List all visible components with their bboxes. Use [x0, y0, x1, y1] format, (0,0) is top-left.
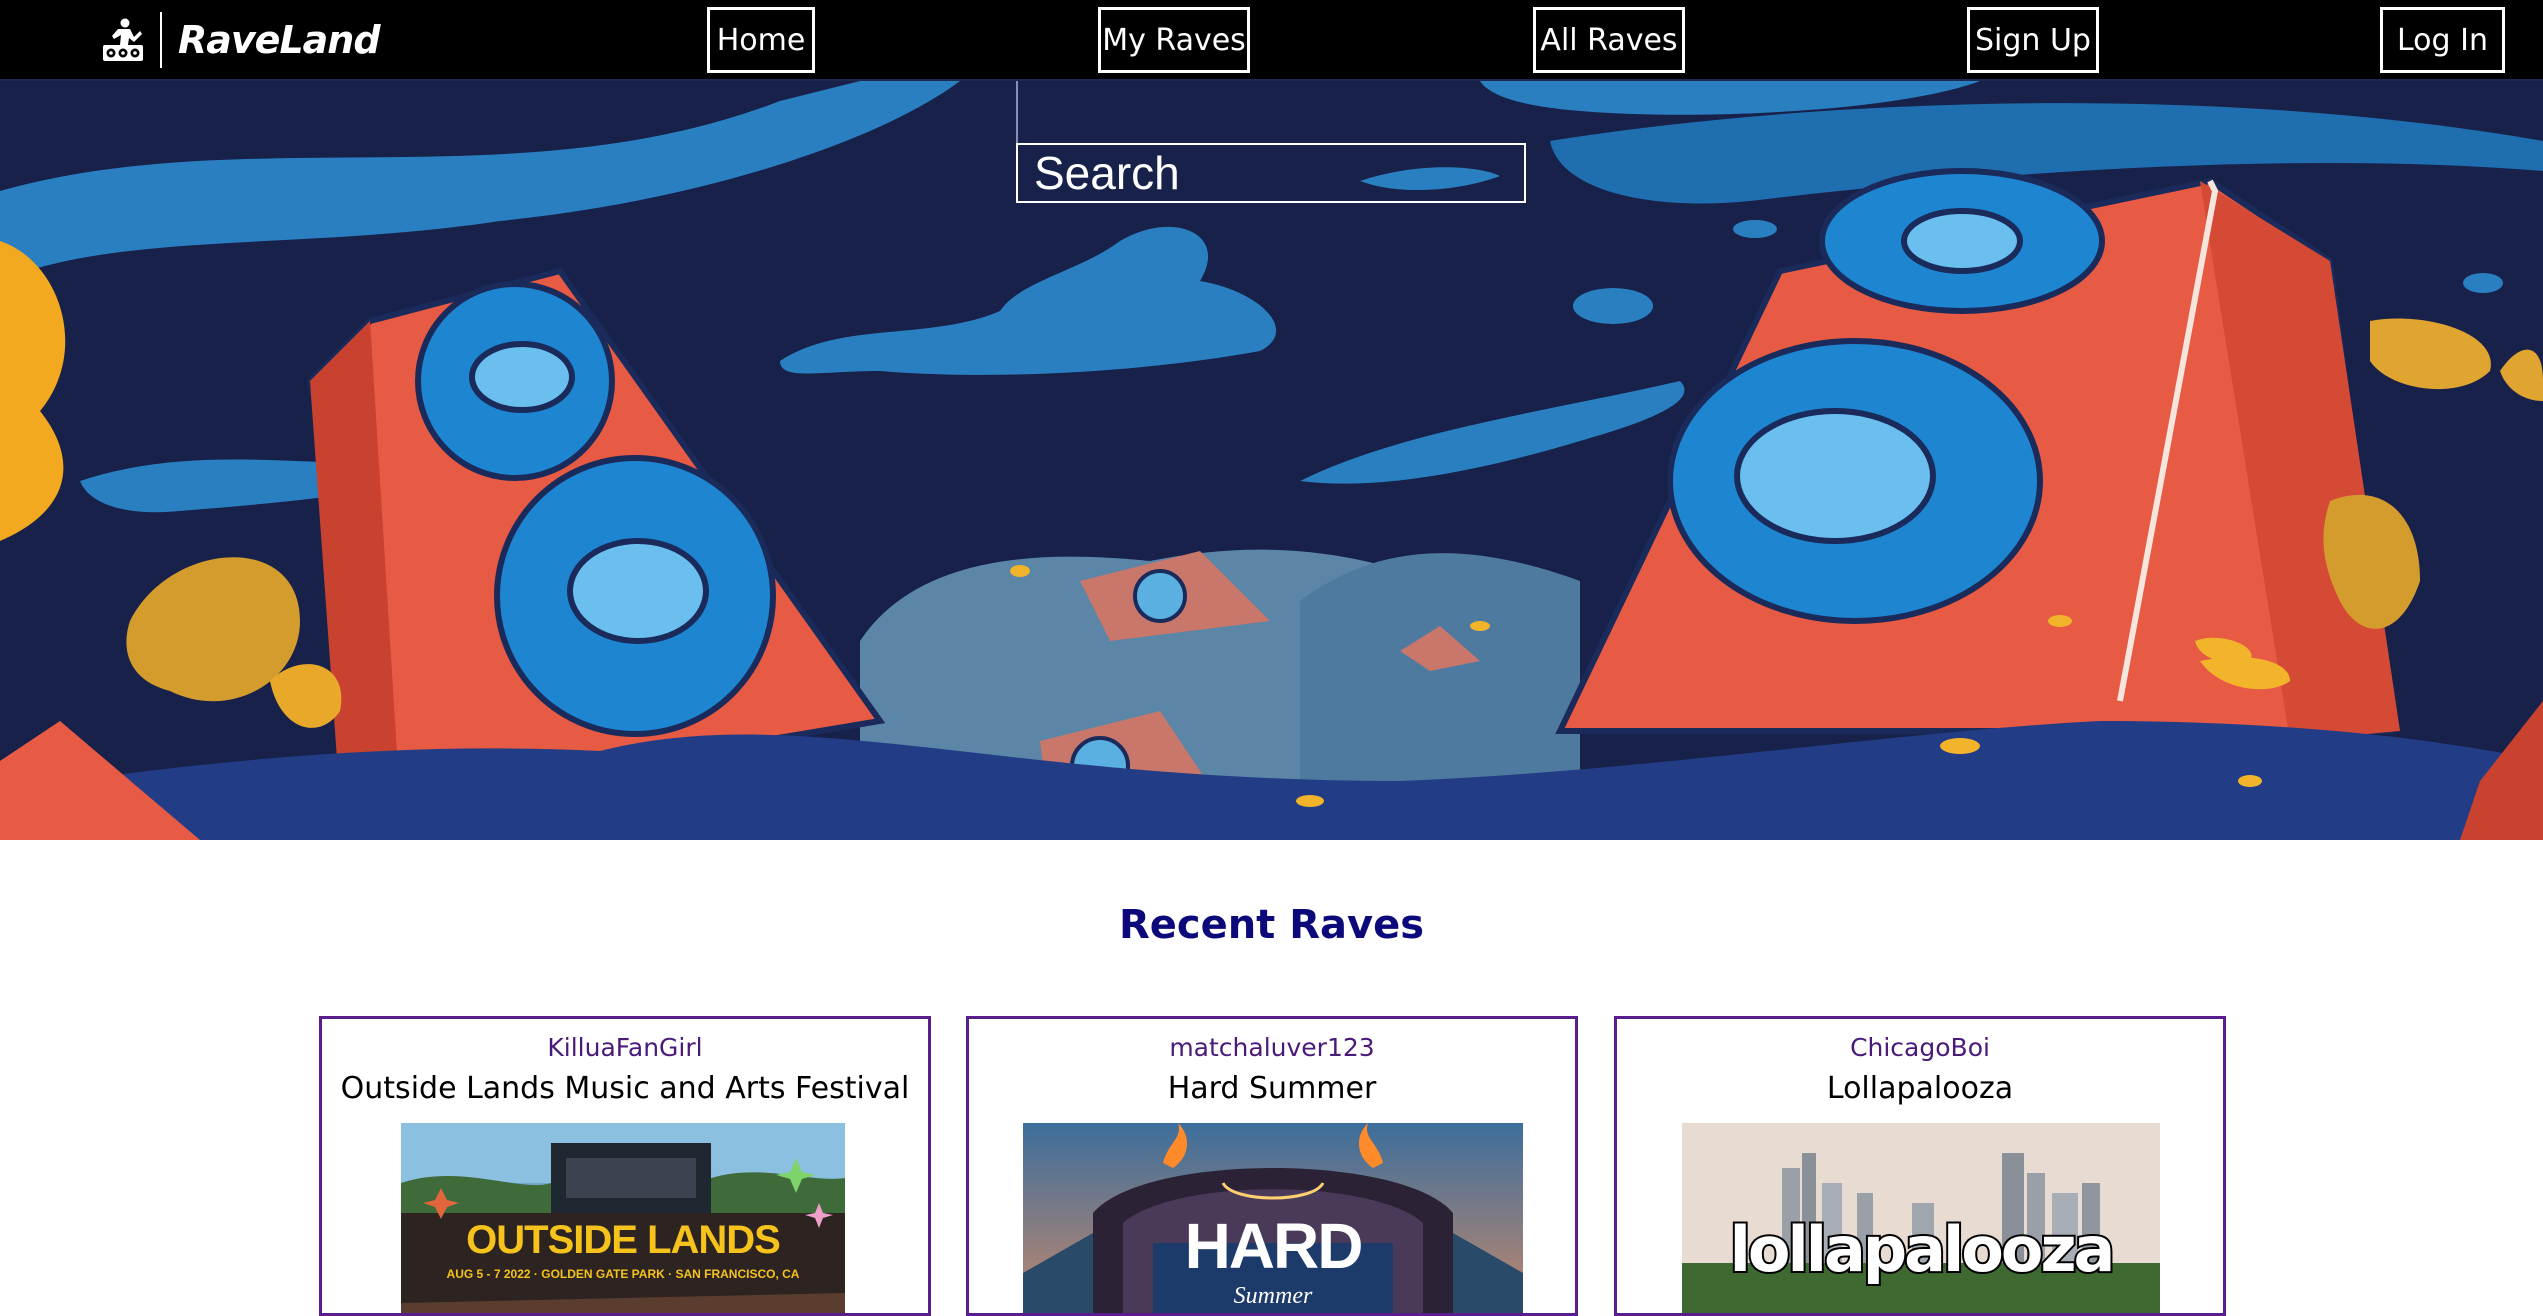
- outside-lands-poster-image: OUTSIDE LANDS AUG 5 - 7 2022 · GOLDEN GA…: [401, 1123, 845, 1313]
- nav-sign-up-button[interactable]: Sign Up: [1967, 7, 2099, 73]
- search-input[interactable]: [1016, 143, 1526, 203]
- outside-lands-poster-caption: AUG 5 - 7 2022 · GOLDEN GATE PARK · SAN …: [447, 1267, 800, 1281]
- card-title[interactable]: Outside Lands Music and Arts Festival: [322, 1071, 928, 1106]
- brand-logo[interactable]: RaveLand: [100, 10, 381, 70]
- search-divider-line: [1016, 81, 1018, 143]
- brand-divider: [160, 12, 162, 68]
- nav-home-button[interactable]: Home: [707, 7, 815, 73]
- card-username[interactable]: ChicagoBoi: [1617, 1033, 2223, 1062]
- rave-card[interactable]: KilluaFanGirl Outside Lands Music and Ar…: [319, 1016, 931, 1316]
- lollapalooza-headline: lollapalooza: [1730, 1213, 2113, 1286]
- card-title[interactable]: Lollapalooza: [1617, 1071, 2223, 1106]
- rave-card[interactable]: matchaluver123 Hard Summer HARD Summer: [966, 1016, 1578, 1316]
- lollapalooza-skyline[interactable]: lollapalooza: [1682, 1123, 2160, 1313]
- top-navbar: RaveLand Home My Raves All Raves Sign Up…: [0, 0, 2543, 81]
- dj-turntable-icon: [103, 18, 143, 61]
- lollapalooza-skyline-image: lollapalooza: [1682, 1123, 2160, 1313]
- card-username[interactable]: KilluaFanGirl: [322, 1033, 928, 1062]
- hard-summer-stage[interactable]: HARD Summer: [1023, 1123, 1523, 1313]
- rave-card[interactable]: ChicagoBoi Lollapalooza lollapalooza: [1614, 1016, 2226, 1316]
- nav-all-raves-button[interactable]: All Raves: [1533, 7, 1685, 73]
- brand-name: RaveLand: [178, 18, 381, 62]
- outside-lands-poster[interactable]: OUTSIDE LANDS AUG 5 - 7 2022 · GOLDEN GA…: [401, 1123, 845, 1313]
- nav-log-in-button[interactable]: Log In: [2380, 7, 2505, 73]
- outside-lands-poster-headline: OUTSIDE LANDS: [466, 1218, 780, 1262]
- card-username[interactable]: matchaluver123: [969, 1033, 1575, 1062]
- hard-summer-subtitle: Summer: [1234, 1283, 1313, 1309]
- section-title-recent-raves: Recent Raves: [1118, 902, 1425, 948]
- hard-summer-stage-image: HARD Summer: [1023, 1123, 1523, 1313]
- hard-summer-headline: HARD: [1185, 1210, 1362, 1282]
- card-title[interactable]: Hard Summer: [969, 1071, 1575, 1106]
- hero-banner: [0, 81, 2543, 840]
- nav-my-raves-button[interactable]: My Raves: [1098, 7, 1250, 73]
